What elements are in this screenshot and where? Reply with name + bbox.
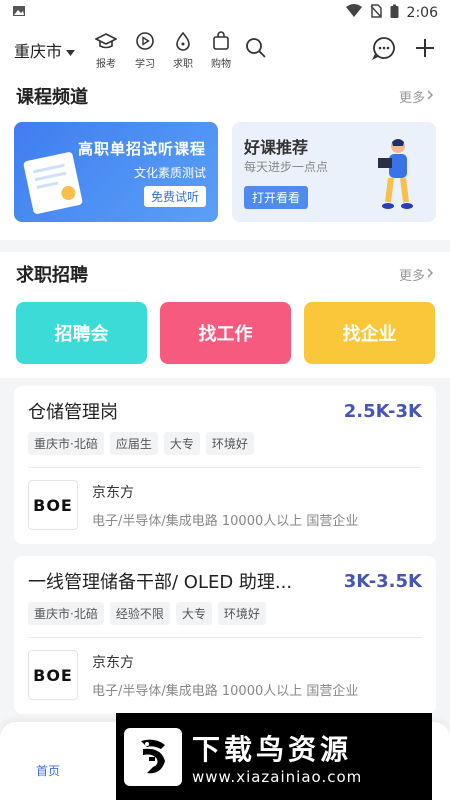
job-card[interactable]: 仓储管理岗 2.5K-3K 重庆市·北碚 应届生 大专 环境好 BOE 京东方 …: [14, 386, 436, 544]
job-tags: 重庆市·北碚 经验不限 大专 环境好: [28, 602, 422, 625]
job-salary: 2.5K-3K: [343, 400, 422, 422]
job-tag: 环境好: [217, 602, 266, 625]
open-look-button[interactable]: 打开看看: [244, 186, 309, 209]
course-section: 课程频道 更多 高职单招试听课程 文化素质测试 免费试听 好课推荐 每天进步一点…: [0, 74, 450, 240]
company-logo: BOE: [28, 480, 78, 530]
job-list: 仓储管理岗 2.5K-3K 重庆市·北碚 应届生 大专 环境好 BOE 京东方 …: [0, 386, 450, 714]
battery-icon: [390, 4, 399, 23]
job-tag: 大专: [175, 602, 212, 625]
job-tag: 经验不限: [109, 602, 170, 625]
job-more-link[interactable]: 更多: [399, 265, 434, 284]
job-tag: 大专: [163, 432, 200, 455]
status-bar: 2:06: [0, 0, 450, 26]
watermark-banner: 下载鸟资源 www.xiazainiao.com: [116, 713, 432, 800]
trial-course-title: 高职单招试听课程: [77, 140, 206, 158]
clock-time: 2:06: [406, 5, 438, 21]
watermark-title: 下载鸟资源: [192, 732, 353, 766]
top-nav: 重庆市 报考 学习 求职 购物: [0, 26, 450, 74]
job-salary: 3K-3.5K: [343, 570, 422, 592]
find-company-button[interactable]: 找企业: [304, 302, 435, 364]
chevron-right-icon: [427, 267, 434, 282]
nav-shop[interactable]: 购物: [211, 30, 232, 70]
trial-course-card[interactable]: 高职单招试听课程 文化素质测试 免费试听: [14, 122, 218, 222]
city-label: 重庆市: [14, 42, 63, 61]
person-illustration: [370, 136, 420, 218]
search-icon[interactable]: [245, 37, 267, 63]
job-tag: 应届生: [109, 432, 158, 455]
nav-baokao[interactable]: 报考: [94, 31, 118, 70]
nav-label: 求职: [173, 58, 194, 70]
job-position: 一线管理储备干部/ OLED 助理...: [28, 572, 293, 593]
nav-label: 学习: [135, 58, 156, 70]
course-header: 课程频道 更多: [0, 74, 450, 118]
company-info[interactable]: BOE 京东方 电子/半导体/集成电路 10000人以上 国营企业: [28, 650, 422, 700]
course-title: 课程频道: [16, 87, 88, 108]
more-label: 更多: [398, 90, 425, 106]
trial-course-subtitle: 文化素质测试: [133, 166, 206, 180]
watermark-url: www.xiazainiao.com: [192, 767, 363, 786]
free-trial-button[interactable]: 免费试听: [143, 186, 206, 207]
no-sim-icon: [369, 4, 382, 22]
company-logo: BOE: [28, 650, 78, 700]
job-card[interactable]: 一线管理储备干部/ OLED 助理... 3K-3.5K 重庆市·北碚 经验不限…: [14, 556, 436, 714]
image-icon: [12, 4, 26, 22]
recommend-course-card[interactable]: 好课推荐 每天进步一点点 打开看看: [232, 122, 436, 222]
chevron-right-icon: [427, 89, 434, 104]
bird-logo-icon: [124, 727, 182, 786]
nav-study[interactable]: 学习: [135, 31, 155, 70]
graduation-cap-icon: [94, 31, 118, 55]
certificate-icon: [22, 151, 84, 215]
nav-label: 报考: [96, 58, 117, 70]
job-tag: 重庆市·北碚: [28, 602, 104, 625]
job-header: 求职招聘 更多: [0, 252, 450, 296]
play-circle-icon: [135, 31, 155, 55]
recommend-subtitle: 每天进步一点点: [244, 160, 329, 174]
plus-icon[interactable]: [414, 37, 436, 63]
more-label: 更多: [398, 268, 425, 284]
job-tag: 重庆市·北碚: [28, 432, 104, 455]
company-meta: 电子/半导体/集成电路 10000人以上 国营企业: [92, 513, 359, 529]
nav-label: 购物: [211, 58, 232, 70]
shopping-bag-icon: [211, 30, 231, 55]
caret-down-icon: [66, 41, 76, 60]
job-tag: 环境好: [205, 432, 254, 455]
recommend-title: 好课推荐: [244, 138, 309, 157]
job-section: 求职招聘 更多 招聘会 找工作 找企业: [0, 252, 450, 378]
company-name: 京东方: [92, 484, 134, 501]
company-meta: 电子/半导体/集成电路 10000人以上 国营企业: [92, 683, 359, 699]
course-more-link[interactable]: 更多: [399, 87, 434, 106]
job-title: 求职招聘: [16, 265, 88, 286]
job-fair-button[interactable]: 招聘会: [16, 302, 147, 364]
nav-job[interactable]: 求职: [173, 31, 193, 70]
find-job-button[interactable]: 找工作: [160, 302, 291, 364]
company-info[interactable]: BOE 京东方 电子/半导体/集成电路 10000人以上 国营企业: [28, 480, 422, 530]
job-icon: [173, 31, 193, 55]
chat-icon[interactable]: [371, 36, 396, 64]
wifi-icon: [345, 4, 362, 22]
tab-home[interactable]: 首页: [36, 762, 60, 779]
city-selector[interactable]: 重庆市: [14, 38, 76, 62]
company-name: 京东方: [92, 654, 134, 671]
job-position: 仓储管理岗: [28, 402, 118, 423]
job-tags: 重庆市·北碚 应届生 大专 环境好: [28, 432, 422, 455]
